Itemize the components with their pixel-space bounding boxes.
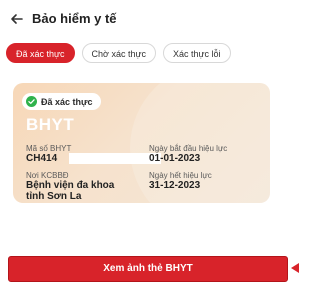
redaction-mask	[69, 153, 161, 164]
tab-pending[interactable]: Chờ xác thực	[81, 43, 156, 63]
tab-verified[interactable]: Đã xác thực	[6, 43, 75, 63]
end-date-label: Ngày hết hiệu lực	[149, 171, 212, 180]
start-date-value: 01-01-2023	[149, 153, 201, 164]
view-card-image-button[interactable]: Xem ảnh thẻ BHYT	[8, 256, 288, 282]
facility-value-line2: tỉnh Sơn La	[26, 191, 82, 202]
status-badge: Đã xác thực	[22, 93, 101, 110]
arrow-left-icon[interactable]	[10, 12, 24, 26]
card-type: BHYT	[26, 115, 75, 134]
tab-failed[interactable]: Xác thực lỗi	[163, 43, 231, 63]
start-date-label: Ngày bắt đầu hiệu lực	[149, 144, 228, 153]
arrow-pointer-icon	[291, 263, 299, 273]
facility-label: Nơi KCBBĐ	[26, 171, 69, 180]
insurance-number-label: Mã số BHYT	[26, 144, 72, 153]
status-badge-label: Đã xác thực	[41, 96, 93, 107]
insurance-card[interactable]: Đã xác thực BHYT Mã số BHYT CH414 Ngày b…	[13, 83, 270, 203]
page-title: Bảo hiểm y tế	[32, 11, 117, 26]
status-tabs: Đã xác thực Chờ xác thực Xác thực lỗi	[6, 43, 231, 65]
check-circle-icon	[26, 96, 37, 107]
insurance-number-value: CH414	[26, 153, 58, 164]
app-header: Bảo hiểm y tế	[0, 0, 299, 38]
end-date-value: 31-12-2023	[149, 180, 201, 191]
